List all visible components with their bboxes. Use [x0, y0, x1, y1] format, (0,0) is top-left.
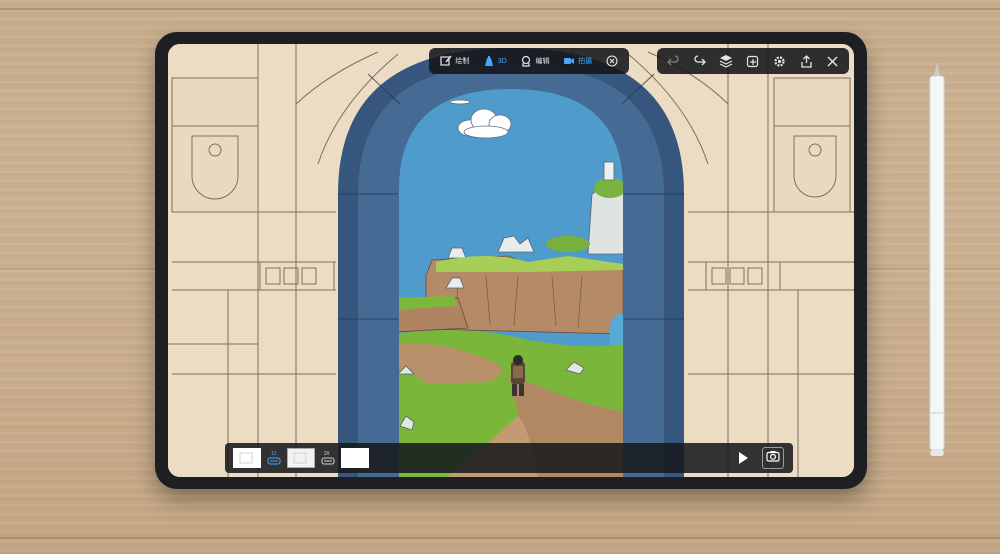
draw-mode-label: 绘制 — [455, 58, 470, 65]
svg-text:2/t: 2/t — [324, 451, 330, 457]
timeline-frame[interactable] — [341, 448, 369, 468]
exit-icon[interactable] — [825, 53, 841, 69]
3d-icon — [482, 54, 496, 68]
layers-icon[interactable] — [718, 53, 734, 69]
stylus-pencil — [926, 62, 948, 458]
tween-icon[interactable]: 2/t — [321, 450, 335, 466]
illustration-canvas[interactable] — [168, 44, 854, 477]
draw-mode-button[interactable]: 绘制 — [439, 54, 469, 68]
plank-seam — [0, 537, 1000, 539]
edit-mode-button[interactable]: 编辑 — [519, 54, 549, 68]
3d-mode-button[interactable]: 3D — [482, 54, 507, 68]
play-icon — [735, 452, 751, 470]
undo-icon[interactable] — [665, 53, 681, 69]
edit-mode-label: 编辑 — [535, 58, 550, 65]
plank-seam — [0, 8, 1000, 10]
svg-text:12: 12 — [271, 451, 277, 457]
timeline-frame[interactable] — [233, 448, 261, 468]
record-icon — [562, 54, 576, 68]
action-toolbar — [657, 48, 849, 74]
draw-icon — [439, 54, 453, 68]
import-icon[interactable] — [745, 53, 761, 69]
timeline-frame[interactable] — [287, 448, 315, 468]
capture-frame-button[interactable] — [762, 447, 784, 469]
share-icon[interactable] — [798, 53, 814, 69]
edit-icon — [519, 54, 533, 68]
tablet-screen: 绘制 3D 编辑 拍摄 12 2/t — [168, 44, 854, 477]
3d-mode-label: 3D — [497, 57, 507, 65]
record-mode-button[interactable]: 拍摄 — [562, 54, 592, 68]
tween-icon[interactable]: 12 — [267, 450, 281, 466]
camera-icon — [766, 449, 780, 467]
mode-toolbar: 绘制 3D 编辑 拍摄 — [429, 48, 629, 74]
settings-icon[interactable] — [772, 53, 788, 69]
record-mode-label: 拍摄 — [578, 58, 593, 65]
animation-timeline: 12 2/t — [225, 443, 793, 473]
redo-icon[interactable] — [692, 53, 708, 69]
play-button[interactable] — [735, 450, 751, 466]
close-icon[interactable] — [605, 54, 619, 68]
